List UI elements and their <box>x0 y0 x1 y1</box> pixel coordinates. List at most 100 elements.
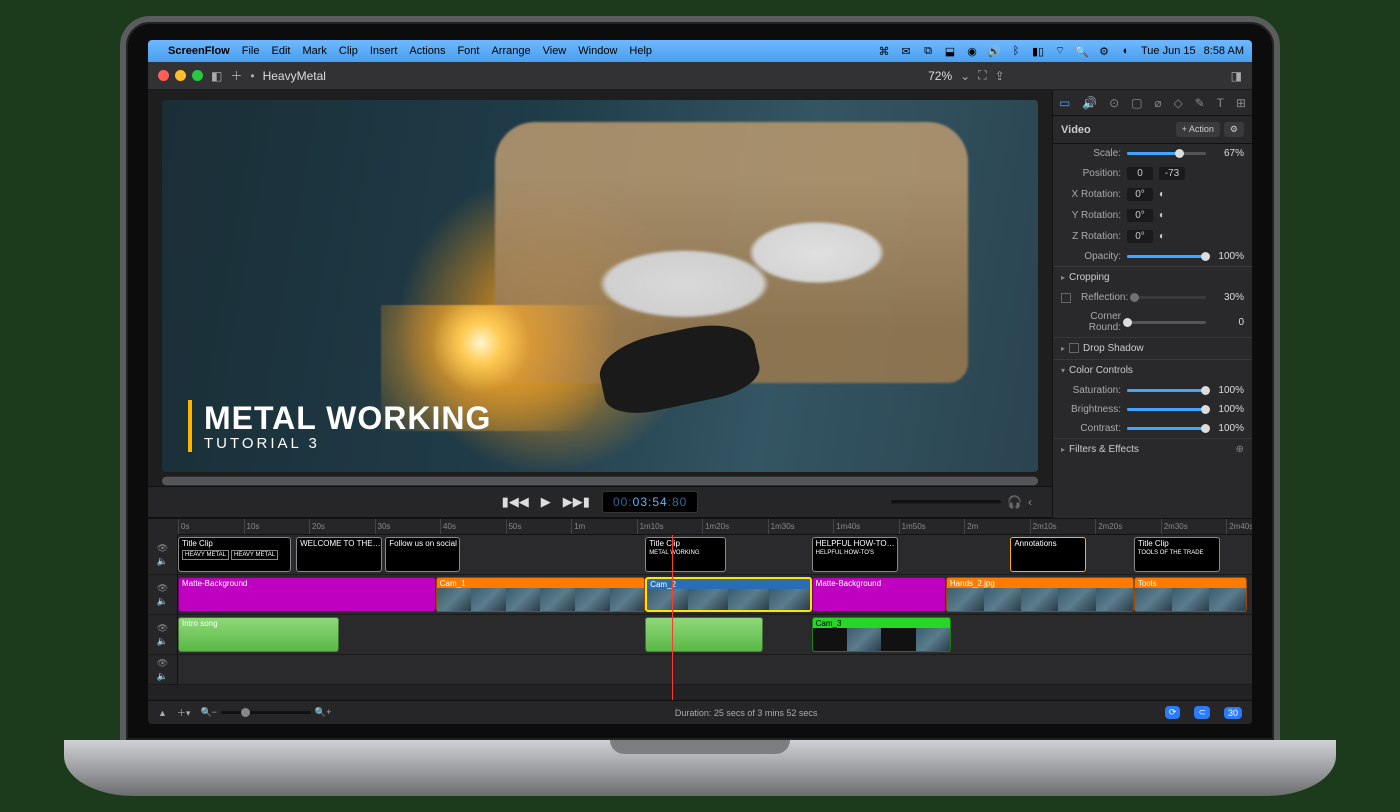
add-button[interactable]: ＋ <box>230 67 242 84</box>
xrot-dial-icon[interactable]: ◐ <box>1159 189 1165 200</box>
dropbox-icon[interactable]: ⬓ <box>943 45 957 58</box>
brightness-slider[interactable] <box>1127 408 1206 411</box>
track-mute-icon[interactable]: 🔈 <box>157 556 168 567</box>
menu-edit[interactable]: Edit <box>271 45 290 57</box>
saturation-slider[interactable] <box>1127 389 1206 392</box>
menu-insert[interactable]: Insert <box>370 45 398 57</box>
clip-title[interactable]: Title ClipMETAL WORKING <box>645 537 726 572</box>
track-header[interactable]: 👁🔈 <box>148 535 178 574</box>
app-name-menu[interactable]: ScreenFlow <box>168 45 230 57</box>
position-y-field[interactable]: -73 <box>1159 167 1185 180</box>
track-body[interactable] <box>178 655 1252 684</box>
saturation-value[interactable]: 100% <box>1212 385 1244 396</box>
zrot-dial-icon[interactable]: ◐ <box>1159 231 1165 242</box>
screenshare-icon[interactable]: ⧉ <box>921 45 935 58</box>
add-filter-icon[interactable]: ⊕ <box>1236 444 1244 455</box>
clip-hands[interactable]: Hands_2.jpg <box>946 577 1134 612</box>
panel-toggle-icon[interactable]: ◨ <box>1231 69 1242 83</box>
track-header[interactable]: 👁🔈 <box>148 575 178 614</box>
menu-font[interactable]: Font <box>457 45 479 57</box>
yrot-dial-icon[interactable]: ◐ <box>1159 210 1165 221</box>
menu-actions[interactable]: Actions <box>409 45 445 57</box>
track-mute-icon[interactable]: 🔈 <box>157 636 168 647</box>
drop-shadow-section[interactable]: ▸Drop Shadow <box>1053 337 1252 359</box>
tab-callout-icon[interactable]: ▢ <box>1131 96 1142 110</box>
tab-screenrec-icon[interactable]: ⊙ <box>1109 96 1119 110</box>
timecode-display[interactable]: 00:03:54:80 <box>602 491 698 513</box>
messages-icon[interactable]: ✉ <box>899 45 913 58</box>
siri-icon[interactable]: ◐ <box>1119 45 1133 57</box>
contrast-value[interactable]: 100% <box>1212 423 1244 434</box>
tab-annotations-icon[interactable]: ◇ <box>1174 96 1183 110</box>
tab-text2-icon[interactable]: T <box>1217 96 1224 110</box>
tab-touch-icon[interactable]: ⌀ <box>1154 96 1161 110</box>
inspector-gear-icon[interactable]: ⚙ <box>1224 122 1244 137</box>
track-body[interactable]: Title ClipHEAVY METALHEAVY METAL WELCOME… <box>178 535 1252 574</box>
canvas-zoom-value[interactable]: 72% <box>928 69 952 83</box>
clip-title[interactable]: HELPFUL HOW-TO…HELPFUL HOW-TO'S <box>812 537 898 572</box>
tab-video-icon[interactable]: ▭ <box>1059 96 1070 110</box>
clip-title[interactable]: WELCOME TO THE… <box>296 537 382 572</box>
window-close-button[interactable] <box>158 70 169 81</box>
scrub-toggle[interactable]: ⟳ <box>1165 706 1181 719</box>
volume-icon[interactable]: 🔊 <box>987 45 1001 58</box>
menubar-time[interactable]: 8:58 AM <box>1204 45 1244 57</box>
canvas-scrollbar[interactable] <box>162 476 1038 486</box>
window-zoom-button[interactable] <box>192 70 203 81</box>
track-visibility-icon[interactable]: 👁 <box>157 623 168 634</box>
creative-cloud-icon[interactable]: ◉ <box>965 45 979 58</box>
control-center-icon[interactable]: ⚙ <box>1097 45 1111 58</box>
timeline-zoom-slider[interactable] <box>221 711 311 714</box>
add-track-icon[interactable]: ＋▾ <box>177 706 191 719</box>
corner-round-slider[interactable] <box>1127 321 1206 324</box>
track-mute-icon[interactable]: 🔈 <box>157 671 168 682</box>
color-controls-section[interactable]: ▾Color Controls <box>1053 359 1252 381</box>
window-minimize-button[interactable] <box>175 70 186 81</box>
volume-slider[interactable] <box>891 500 1001 504</box>
track-mute-icon[interactable]: 🔈 <box>157 596 168 607</box>
clip-cam2-selected[interactable]: Cam_2 <box>645 577 811 612</box>
pointer-tool-icon[interactable]: ▲ <box>158 708 167 718</box>
play-button[interactable]: ▶ <box>541 494 551 510</box>
zoom-out-icon[interactable]: 🔍− <box>200 707 216 718</box>
clip-matte[interactable]: Matte-Background <box>812 577 946 612</box>
clip-annotations[interactable]: Annotations <box>1010 537 1085 572</box>
menu-arrange[interactable]: Arrange <box>491 45 530 57</box>
opacity-value[interactable]: 100% <box>1212 251 1244 262</box>
headphones-icon[interactable]: 🎧 <box>1007 495 1022 509</box>
bluetooth-icon[interactable]: ᛒ <box>1009 45 1023 57</box>
add-action-button[interactable]: + Action <box>1176 122 1220 137</box>
tab-audio-icon[interactable]: 🔊 <box>1082 96 1097 110</box>
track-visibility-icon[interactable]: 👁 <box>157 543 168 554</box>
next-edit-button[interactable]: ▶▶▮ <box>563 494 590 510</box>
clip-title[interactable]: Title ClipHEAVY METALHEAVY METAL <box>178 537 291 572</box>
crop-icon[interactable]: ⛶ <box>978 68 986 83</box>
filters-section[interactable]: ▸Filters & Effects ⊕ <box>1053 438 1252 460</box>
chevron-down-icon[interactable]: ⌄ <box>960 69 970 83</box>
snap-value[interactable]: 30 <box>1224 707 1242 719</box>
menu-view[interactable]: View <box>543 45 567 57</box>
reflection-checkbox[interactable] <box>1061 293 1071 303</box>
track-body[interactable]: Matte-Background Cam_1 Cam_2 Matte-Backg… <box>178 575 1252 614</box>
corner-round-value[interactable]: 0 <box>1212 317 1244 328</box>
menu-help[interactable]: Help <box>629 45 652 57</box>
opacity-slider[interactable] <box>1127 255 1206 258</box>
track-header[interactable]: 👁🔈 <box>148 655 178 684</box>
drop-shadow-checkbox[interactable] <box>1069 343 1079 353</box>
clip-cam3[interactable]: Cam_3 <box>812 617 952 652</box>
spotlight-icon[interactable]: 🔍 <box>1075 45 1089 58</box>
sidebar-toggle-icon[interactable]: ◧ <box>211 69 222 83</box>
clip-title[interactable]: Follow us on social m… <box>385 537 460 572</box>
scale-value[interactable]: 67% <box>1212 148 1244 159</box>
magnet-toggle[interactable]: ⊂ <box>1194 706 1210 719</box>
track-body[interactable]: Intro song Cam_3 <box>178 615 1252 654</box>
menu-mark[interactable]: Mark <box>302 45 326 57</box>
share-icon[interactable]: ⇪ <box>995 69 1005 83</box>
wifi-icon[interactable]: ⌔ <box>1053 44 1067 58</box>
timeline-ruler[interactable]: 0s 10s 20s 30s 40s 50s 1m 1m10s 1m20s 1m… <box>178 519 1252 535</box>
preview-canvas[interactable]: METAL WORKING TUTORIAL 3 <box>162 100 1038 472</box>
clip-title[interactable]: Title ClipTOOLS OF THE TRADE <box>1134 537 1220 572</box>
track-visibility-icon[interactable]: 👁 <box>157 583 168 594</box>
clip-cam1[interactable]: Cam_1 <box>436 577 645 612</box>
brightness-value[interactable]: 100% <box>1212 404 1244 415</box>
